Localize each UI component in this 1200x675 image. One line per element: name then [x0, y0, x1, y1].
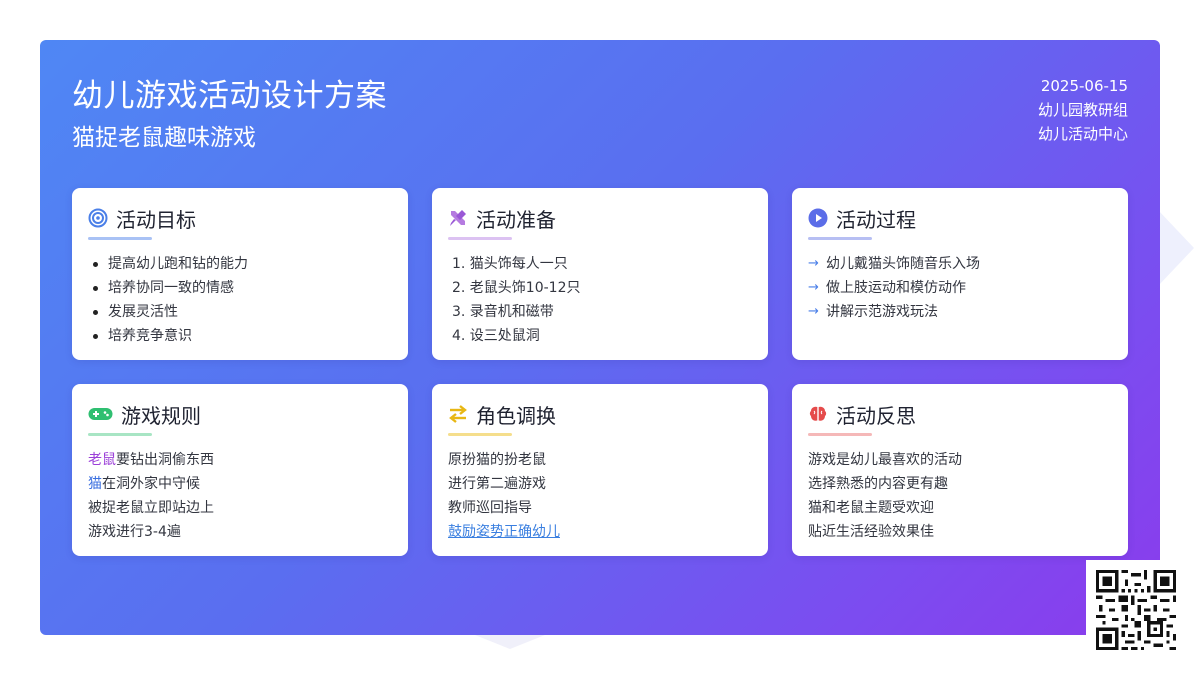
target-icon — [88, 208, 108, 228]
decorative-triangle-right — [1158, 210, 1194, 286]
encourage-link[interactable]: 鼓励姿势正确幼儿 — [448, 524, 560, 540]
swap-arrows-icon — [448, 404, 468, 424]
list-item: 游戏是幼儿最喜欢的活动 — [808, 452, 962, 468]
highlight-cat: 猫 — [88, 476, 102, 492]
prep-list: 1. 猫头饰每人一只 2. 老鼠头饰10-12只 3. 录音机和磁带 4. 设三… — [448, 252, 752, 348]
page-title: 幼儿游戏活动设计方案 — [72, 78, 387, 114]
highlight-mouse: 老鼠 — [88, 452, 116, 468]
list-item: → 做上肢运动和模仿动作 — [808, 276, 1112, 300]
process-list: → 幼儿戴猫头饰随音乐入场 → 做上肢运动和模仿动作 → 讲解示范游戏玩法 — [808, 252, 1112, 324]
card-header: 游戏规则 — [88, 402, 392, 428]
card-header: 活动过程 — [808, 206, 1112, 232]
card-activity-prep: 活动准备 1. 猫头饰每人一只 2. 老鼠头饰10-12只 3. 录音机和磁带 … — [432, 188, 768, 360]
list-item: 4. 设三处鼠洞 — [452, 328, 540, 344]
card-activity-reflection: 活动反思 游戏是幼儿最喜欢的活动 选择熟悉的内容更有趣 猫和老鼠主题受欢迎 贴近… — [792, 384, 1128, 556]
title-underline — [448, 433, 512, 436]
list-item: 进行第二遍游戏 — [448, 476, 546, 492]
reflect-list: 游戏是幼儿最喜欢的活动 选择熟悉的内容更有趣 猫和老鼠主题受欢迎 贴近生活经验效… — [808, 448, 1112, 544]
card-title: 活动反思 — [836, 403, 916, 428]
card-title: 活动过程 — [836, 207, 916, 232]
arrow-right-icon: → — [808, 256, 819, 271]
card-activity-process: 活动过程 → 幼儿戴猫头饰随音乐入场 → 做上肢运动和模仿动作 → 讲解示范游戏玩法 — [792, 188, 1128, 360]
list-item: 原扮猫的扮老鼠 — [448, 452, 546, 468]
card-activity-goal: 活动目标 提高幼儿跑和钻的能力 培养协同一致的情感 发展灵活性 培养竞争意识 — [72, 188, 408, 360]
card-header: 活动反思 — [808, 402, 1112, 428]
list-item: 提高幼儿跑和钻的能力 — [88, 252, 392, 276]
list-item: 1. 猫头饰每人一只 — [452, 256, 568, 272]
title-underline — [808, 237, 872, 240]
page-subtitle: 猫捉老鼠趣味游戏 — [72, 125, 256, 151]
card-game-rules: 游戏规则 老鼠要钻出洞偷东西 猫在洞外家中守候 被捉老鼠立即站边上 游戏进行3-… — [72, 384, 408, 556]
goal-list: 提高幼儿跑和钻的能力 培养协同一致的情感 发展灵活性 培养竞争意识 — [88, 252, 392, 348]
list-item: 贴近生活经验效果佳 — [808, 524, 934, 540]
meta-info: 2025-06-15 幼儿园教研组 幼儿活动中心 — [1038, 74, 1128, 146]
title-underline — [808, 433, 872, 436]
swap-list: 原扮猫的扮老鼠 进行第二遍游戏 教师巡回指导 鼓励姿势正确幼儿 — [448, 448, 752, 544]
qr-code-icon — [1086, 560, 1186, 660]
tools-icon — [448, 208, 468, 228]
meta-center: 幼儿活动中心 — [1037, 125, 1128, 143]
list-item: → 幼儿戴猫头饰随音乐入场 — [808, 252, 1112, 276]
card-title: 活动目标 — [116, 207, 196, 232]
card-header: 角色调换 — [448, 402, 752, 428]
arrow-right-icon: → — [808, 280, 819, 295]
arrow-right-icon: → — [808, 304, 819, 319]
main-banner: 幼儿游戏活动设计方案 猫捉老鼠趣味游戏 2025-06-15 幼儿园教研组 幼儿… — [40, 40, 1160, 635]
gamepad-icon — [88, 404, 113, 424]
list-item: 培养协同一致的情感 — [88, 276, 392, 300]
card-title: 角色调换 — [476, 403, 556, 428]
list-item: → 讲解示范游戏玩法 — [808, 300, 1112, 324]
meta-org: 幼儿园教研组 — [1037, 101, 1128, 119]
title-underline — [448, 237, 512, 240]
list-item: 猫和老鼠主题受欢迎 — [808, 500, 934, 516]
list-item: 培养竞争意识 — [88, 324, 392, 348]
card-title: 活动准备 — [476, 207, 556, 232]
list-item: 选择熟悉的内容更有趣 — [808, 476, 948, 492]
list-item: 发展灵活性 — [88, 300, 392, 324]
card-role-swap: 角色调换 原扮猫的扮老鼠 进行第二遍游戏 教师巡回指导 鼓励姿势正确幼儿 — [432, 384, 768, 556]
list-item-link[interactable]: 鼓励姿势正确幼儿 — [448, 520, 752, 544]
list-item: 老鼠要钻出洞偷东西 — [88, 452, 214, 468]
title-underline — [88, 433, 152, 436]
list-item: 被捉老鼠立即站边上 — [88, 500, 214, 516]
decorative-triangle-bottom — [470, 633, 550, 649]
rules-list: 老鼠要钻出洞偷东西 猫在洞外家中守候 被捉老鼠立即站边上 游戏进行3-4遍 — [88, 448, 392, 544]
list-item: 3. 录音机和磁带 — [452, 304, 554, 320]
list-item: 2. 老鼠头饰10-12只 — [452, 280, 581, 296]
list-item: 猫在洞外家中守候 — [88, 476, 200, 492]
list-item: 游戏进行3-4遍 — [88, 524, 181, 540]
card-header: 活动准备 — [448, 206, 752, 232]
list-item: 教师巡回指导 — [448, 500, 532, 516]
card-header: 活动目标 — [88, 206, 392, 232]
brain-icon — [808, 404, 828, 424]
meta-date: 2025-06-15 — [1040, 77, 1128, 95]
card-title: 游戏规则 — [121, 403, 201, 428]
play-icon — [808, 208, 828, 228]
title-underline — [88, 237, 152, 240]
